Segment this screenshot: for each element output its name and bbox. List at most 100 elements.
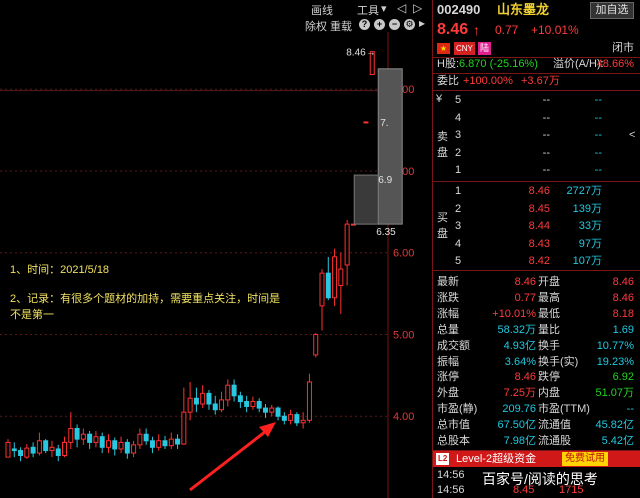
stat-value: 8.46 (612, 276, 634, 288)
stats-row: 振幅 3.64% 换手(实) 19.23% (433, 354, 640, 370)
stat-label: 涨停 (437, 371, 459, 384)
stats-row: 涨停 8.46 跌停 6.92 (433, 369, 640, 385)
candle-body (181, 411, 187, 445)
candle-body (250, 401, 256, 407)
projection-box (353, 174, 379, 225)
annotation-line-2: 2、记录：有很多个题材的加持，需要重点关注，时间是 (10, 293, 281, 305)
level-volume: -- (594, 146, 602, 159)
level-volume: 2727万 (566, 185, 602, 197)
stat-value: 19.23% (596, 355, 634, 368)
candle (99, 432, 105, 454)
zoom-in-icon[interactable]: + (374, 19, 385, 30)
stat-value: 0.77 (514, 291, 536, 304)
level-price: -- (542, 129, 550, 141)
stat-value: 8.46 (514, 371, 536, 384)
y-tick-label: 5.00 (393, 329, 414, 341)
candle (162, 435, 168, 449)
candle-body (74, 428, 80, 440)
order-book-row: 2 8.45 139万 (433, 201, 640, 218)
stat-label: 涨跌 (437, 291, 459, 304)
stock-name: 山东墨龙 (497, 2, 550, 17)
draw-line-button[interactable]: 画线 (311, 2, 333, 18)
stock-header: 002490 山东墨龙 加自选 (433, 1, 640, 19)
stat-label: 总量 (437, 323, 459, 336)
watermark: 百家号/阅读的思考 (482, 471, 598, 487)
candle-body (325, 272, 331, 299)
market-status: 闭市 (612, 42, 634, 54)
order-ratio-row: 委比 +100.00% +3.67万 (433, 73, 640, 90)
chart-area[interactable]: 画线 工具 ▾ ◁ ▷ 除权 重载 ? + − ⚙ ▸ 8.00 7.00 6.00… (0, 0, 432, 498)
candle (124, 439, 130, 459)
candle-body (62, 441, 68, 456)
candle-body (200, 392, 206, 405)
stat-value: 7.98亿 (503, 435, 536, 447)
candle (55, 444, 61, 462)
collapse-icon[interactable]: ◁ (397, 1, 406, 15)
scroll-right-icon[interactable]: ▸ (419, 16, 425, 30)
order-book-row: 1 8.46 2727万 (433, 183, 640, 200)
candle-body (300, 419, 306, 424)
settings-icon[interactable]: ⚙ (404, 19, 415, 30)
candle-body (5, 441, 11, 458)
level2-banner[interactable]: L2 Level-2超级资金 免费试用 (433, 451, 640, 467)
candle-body (275, 407, 281, 417)
help-icon[interactable]: ? (359, 19, 370, 30)
expand-icon[interactable]: ▷ (413, 1, 422, 15)
candle-body (187, 397, 193, 413)
candle (300, 412, 306, 429)
tools-dropdown-icon[interactable]: ▾ (381, 2, 387, 15)
side-expand-icon[interactable]: < (629, 129, 635, 141)
stat-label: 市盈(静) (437, 403, 478, 416)
stat-label: 最高 (538, 291, 560, 304)
candle-body (24, 447, 30, 458)
candle-body (168, 438, 174, 447)
stat-value: 8.46 (514, 276, 536, 288)
candle (237, 391, 243, 409)
level-volume: 139万 (572, 202, 602, 215)
level-price: -- (542, 164, 550, 176)
candle (74, 424, 80, 448)
candle-body (319, 272, 325, 307)
candle (338, 252, 344, 315)
candle-body (332, 256, 338, 299)
candle-body (206, 392, 212, 405)
candle (313, 332, 319, 358)
candle (131, 440, 137, 458)
candle-body (306, 381, 312, 421)
price-label-7: 7. (380, 118, 388, 129)
level-volume: -- (594, 129, 602, 141)
stat-label: 总股本 (437, 435, 470, 447)
candle-body (99, 436, 105, 448)
candle (112, 437, 118, 456)
candle (68, 412, 74, 449)
level-price: 8.44 (528, 220, 550, 232)
level-volume: -- (594, 164, 602, 176)
candle (80, 428, 86, 445)
candle (206, 390, 212, 410)
stats-row: 涨跌 0.77 最高 8.46 (433, 290, 640, 306)
stats-row: 总量 58.32万 量比 1.69 (433, 322, 640, 338)
candle (18, 447, 24, 462)
banner-text: Level-2超级资金 (456, 453, 537, 465)
add-watchlist-button[interactable]: 加自选 (590, 2, 634, 19)
buy-book: 买盘 1 8.46 2727万 2 8.45 139万 3 8.44 33万 4 8.43 97万 5 8… (433, 182, 640, 270)
tools-button[interactable]: 工具 (357, 2, 379, 18)
up-arrow-icon: ↑ (473, 22, 480, 38)
candle-body (36, 440, 42, 454)
level-number: 4 (455, 111, 462, 124)
stat-label: 换手 (538, 339, 560, 352)
stats-row: 总股本 7.98亿 流通股 5.42亿 (433, 433, 640, 449)
level-volume: -- (594, 111, 602, 124)
candle (250, 396, 256, 410)
candle-body (11, 448, 17, 452)
zoom-out-icon[interactable]: − (389, 19, 400, 30)
candle (168, 432, 174, 449)
h-share-row: H股: 6.870 (-25.16%) 溢价(A/H): 48.66% (433, 56, 640, 73)
h-share-label: H股: (437, 58, 459, 70)
level-number: 2 (455, 202, 462, 215)
candle (275, 406, 281, 421)
candle-body (43, 440, 49, 452)
candle (93, 430, 99, 448)
free-trial-button[interactable]: 免费试用 (562, 452, 608, 466)
candle-body (105, 440, 111, 448)
